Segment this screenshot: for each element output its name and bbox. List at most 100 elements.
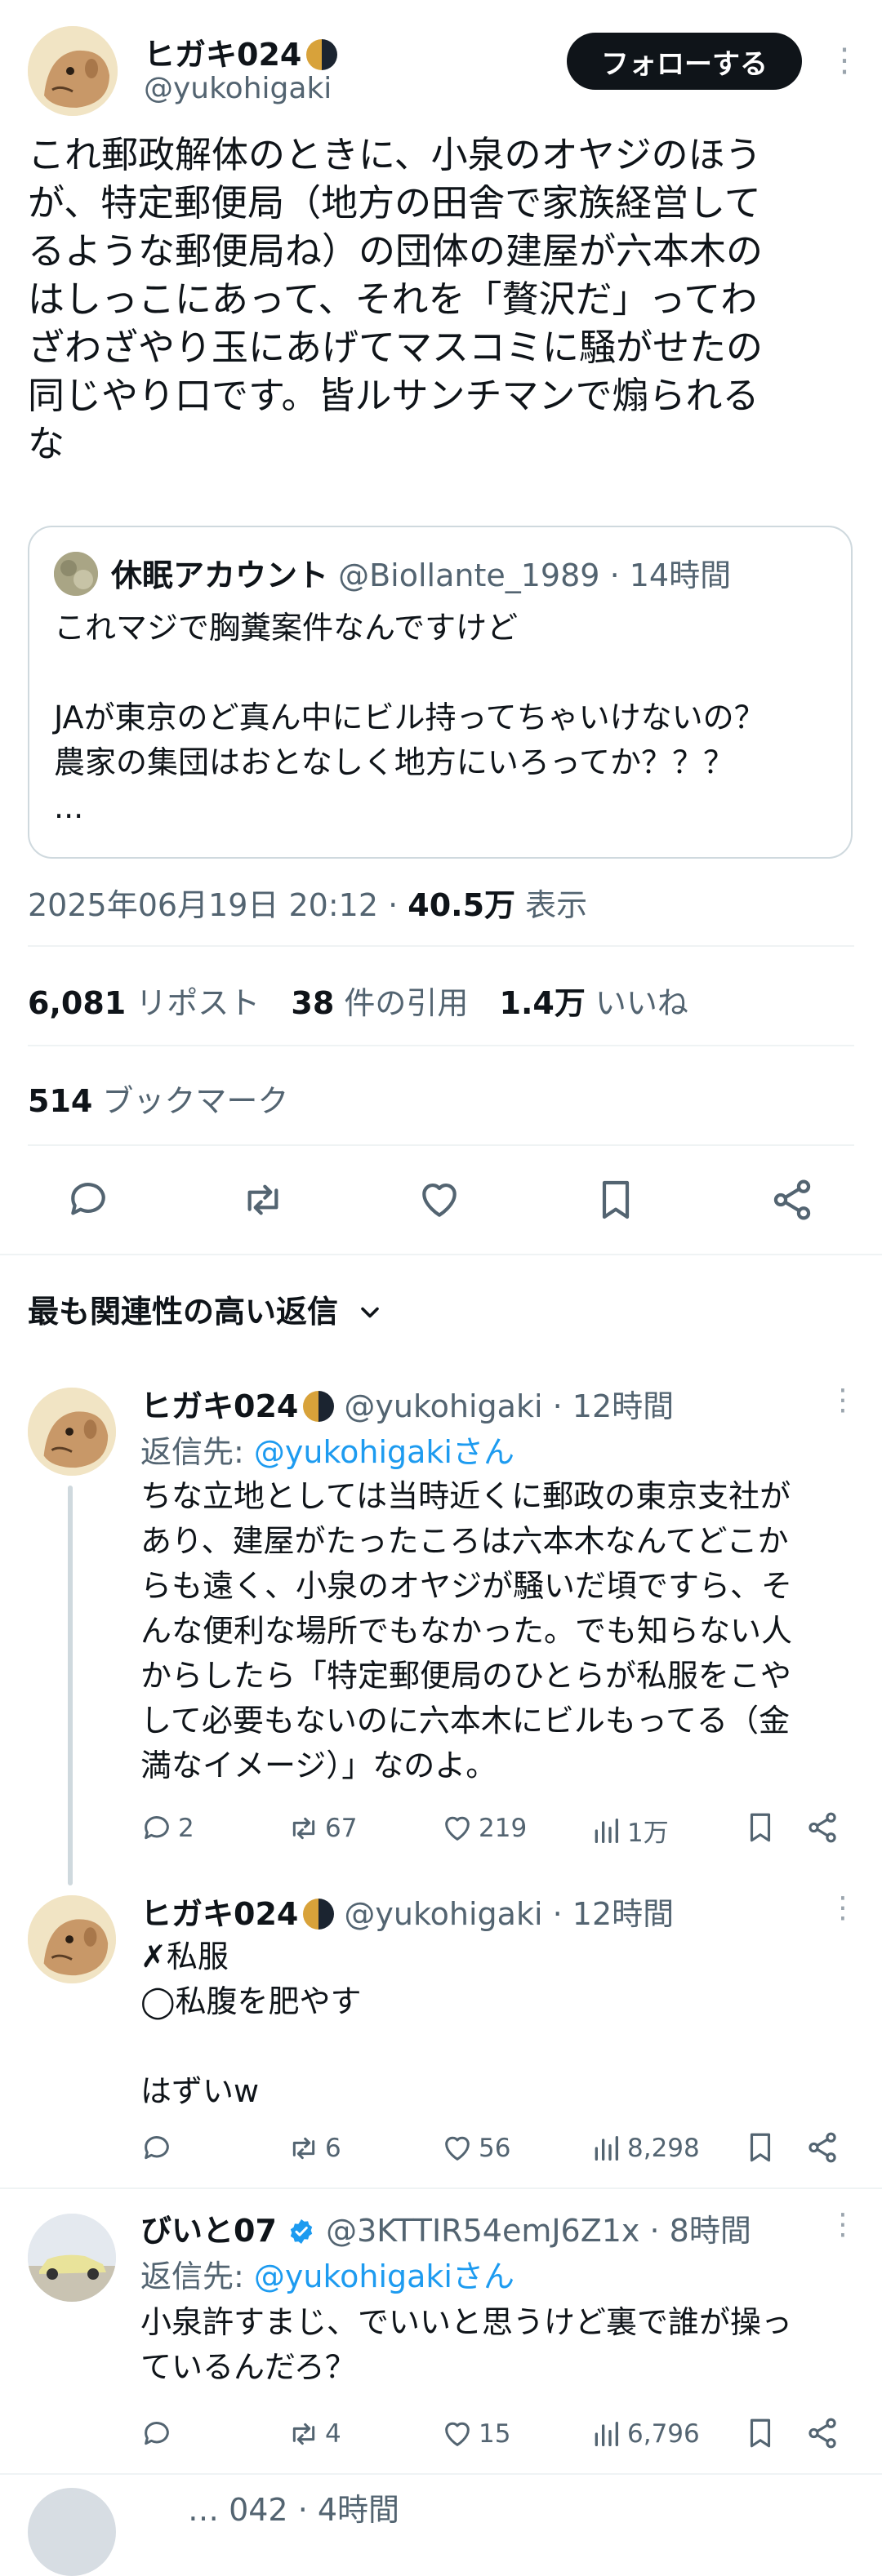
timestamp[interactable]: 2025年06月19日 20:12 xyxy=(28,887,378,923)
repost-icon[interactable] xyxy=(240,1177,286,1223)
reply-count-button[interactable]: 2 xyxy=(140,1812,194,1845)
divider xyxy=(28,945,854,947)
like-count: 15 xyxy=(479,2419,511,2449)
reply-to-handle[interactable]: @yukohigakiさん xyxy=(254,1434,514,1470)
car-avatar-icon xyxy=(28,2214,116,2302)
reply-author-handle[interactable]: @3KTTIR54emJ6Z1x xyxy=(326,2213,639,2249)
likes-stat[interactable]: 1.4万 いいね xyxy=(500,985,688,1021)
repost-count-button[interactable]: 67 xyxy=(287,1812,357,1845)
author-name-row[interactable]: ヒガキ024 xyxy=(144,29,338,74)
views-count-button[interactable]: 1万 xyxy=(590,1812,669,1849)
reply-time[interactable]: · 8時間 xyxy=(650,2213,751,2249)
reply-text-line: からしたら「特定郵便局のひとらが私服をこや xyxy=(140,1658,791,1694)
like-count: 56 xyxy=(479,2134,511,2163)
views-count: 8,298 xyxy=(627,2134,700,2163)
likes-label: いいね xyxy=(595,985,688,1021)
share-icon[interactable] xyxy=(805,1810,840,1845)
reply-icon[interactable] xyxy=(65,1177,111,1223)
reply-text: ✗私服 ◯私腹を肥やす はずいw xyxy=(140,1934,851,2114)
bookmark-icon[interactable] xyxy=(743,2416,777,2450)
repost-icon xyxy=(292,2137,315,2160)
quotes-count: 38 xyxy=(291,985,335,1021)
views-chart-icon xyxy=(595,1818,618,1843)
views-count-button[interactable]: 8,298 xyxy=(590,2132,700,2165)
reply-to-line: 返信先: @yukohigakiさん xyxy=(140,2251,514,2296)
quote-author-name: 休眠アカウント xyxy=(111,557,329,593)
reply-more-icon[interactable]: ⋮ xyxy=(828,2210,858,2240)
share-icon[interactable] xyxy=(805,2130,840,2165)
reply-author-handle[interactable]: @yukohigaki xyxy=(344,1388,542,1424)
reply-text-line: ◯私腹を肥やす xyxy=(140,1983,362,2019)
reply-text-line: らも遠く、小泉のオヤジが騒いだ頃ですら、そ xyxy=(140,1568,793,1604)
author-avatar[interactable] xyxy=(28,26,118,116)
views-chart-icon xyxy=(595,2136,618,2161)
tweet-text-line: これ郵政解体のときに、小泉のオヤジのほう xyxy=(28,133,762,176)
bookmark-icon[interactable] xyxy=(593,1177,639,1223)
like-count-button[interactable]: 56 xyxy=(441,2132,510,2165)
more-options-icon[interactable]: ⋮ xyxy=(828,44,861,77)
reply-text-line: んな便利な場所でもなかった。でも知らない人 xyxy=(140,1613,793,1649)
reply-text-line: ているんだろ？ xyxy=(140,2349,356,2385)
quote-text: これマジで胸糞案件なんですけど JAが東京のど真ん中にビル持ってちゃいけないの？… xyxy=(54,606,765,830)
reply-author-name[interactable]: ヒガキ024 xyxy=(140,1388,298,1424)
reply-count-button[interactable] xyxy=(140,2132,178,2165)
reply-avatar[interactable] xyxy=(28,2488,116,2576)
reply-text-line xyxy=(140,2024,851,2069)
reply-text-line: ちな立地としては当時近くに郵政の東京支社が xyxy=(140,1478,791,1514)
reply-to-handle[interactable]: @yukohigakiさん xyxy=(254,2258,514,2294)
separator: · xyxy=(388,887,399,923)
tweet-text-line: が、特定郵便局（地方の田舎で家族経営して xyxy=(28,181,761,224)
reply-more-icon[interactable]: ⋮ xyxy=(828,1386,858,1415)
reply-count-button[interactable] xyxy=(140,2418,178,2450)
reply-time[interactable]: · 12時間 xyxy=(553,1896,675,1932)
author-handle[interactable]: @yukohigaki xyxy=(144,72,332,105)
reply-header: びいと07 @3KTTIR54emJ6Z1x · 8時間 xyxy=(140,2205,751,2250)
tweet-text-line: るような郵便局ね）の団体の建屋が六本木の xyxy=(28,229,764,273)
divider xyxy=(0,1254,882,1255)
reply-more-icon[interactable]: ⋮ xyxy=(828,1894,858,1923)
divider xyxy=(28,1144,854,1146)
reply-author-name[interactable]: びいと07 xyxy=(140,2213,277,2249)
bookmark-icon[interactable] xyxy=(743,1810,777,1845)
repost-icon xyxy=(292,1817,315,1840)
like-count-button[interactable]: 219 xyxy=(441,1812,527,1845)
follow-button[interactable]: フォローする xyxy=(567,33,802,90)
views-chart-icon xyxy=(595,2422,618,2446)
quote-time: · 14時間 xyxy=(609,557,732,593)
views-label: 表示 xyxy=(525,887,588,923)
reposts-label: リポスト xyxy=(136,985,261,1021)
reply-avatar[interactable] xyxy=(28,2214,116,2302)
bookmarks-stat[interactable]: 514 ブックマーク xyxy=(28,1076,288,1121)
reposts-stat[interactable]: 6,081 リポスト xyxy=(28,985,260,1021)
author-name[interactable]: ヒガキ024 xyxy=(144,37,301,73)
repost-count-button[interactable]: 6 xyxy=(287,2132,341,2165)
like-icon xyxy=(445,2422,470,2446)
reply-to-prefix: 返信先: xyxy=(140,1434,254,1470)
quotes-stat[interactable]: 38 件の引用 xyxy=(291,985,468,1021)
reply-avatar[interactable] xyxy=(28,1895,116,1983)
repost-count: 6 xyxy=(325,2134,341,2163)
quote-line: JAが東京のど真ん中にビル持ってちゃいけないの？ xyxy=(54,700,765,735)
like-icon[interactable] xyxy=(416,1177,462,1223)
share-icon[interactable] xyxy=(805,2416,840,2450)
reply-author-name[interactable]: ヒガキ024 xyxy=(140,1896,298,1932)
divider xyxy=(0,2473,882,2475)
reply-author-handle[interactable]: @yukohigaki xyxy=(344,1896,542,1932)
like-count-button[interactable]: 15 xyxy=(441,2418,510,2450)
quote-header: 休眠アカウント @Biollante_1989 · 14時間 xyxy=(111,550,731,595)
repost-count-button[interactable]: 4 xyxy=(287,2418,341,2450)
moon-emoji-icon xyxy=(306,39,338,70)
views-count-button[interactable]: 6,796 xyxy=(590,2418,700,2450)
reply-sort-dropdown[interactable]: 最も関連性の高い返信 xyxy=(28,1286,385,1331)
reply-text-line: はずいw xyxy=(140,2073,260,2109)
reply-avatar[interactable] xyxy=(28,1388,116,1476)
share-icon[interactable] xyxy=(769,1177,815,1223)
tweet-text: これ郵政解体のときに、小泉のオヤジのほう が、特定郵便局（地方の田舎で家族経営し… xyxy=(28,131,853,468)
capybara-avatar-icon xyxy=(28,1388,116,1476)
quote-line: ... xyxy=(54,789,84,825)
quote-line xyxy=(54,651,765,695)
reply-time[interactable]: · 12時間 xyxy=(553,1388,675,1424)
repost-icon xyxy=(292,2423,315,2445)
bookmark-icon[interactable] xyxy=(743,2130,777,2165)
quoted-tweet[interactable]: 休眠アカウント @Biollante_1989 · 14時間 これマジで胸糞案件… xyxy=(28,526,853,859)
